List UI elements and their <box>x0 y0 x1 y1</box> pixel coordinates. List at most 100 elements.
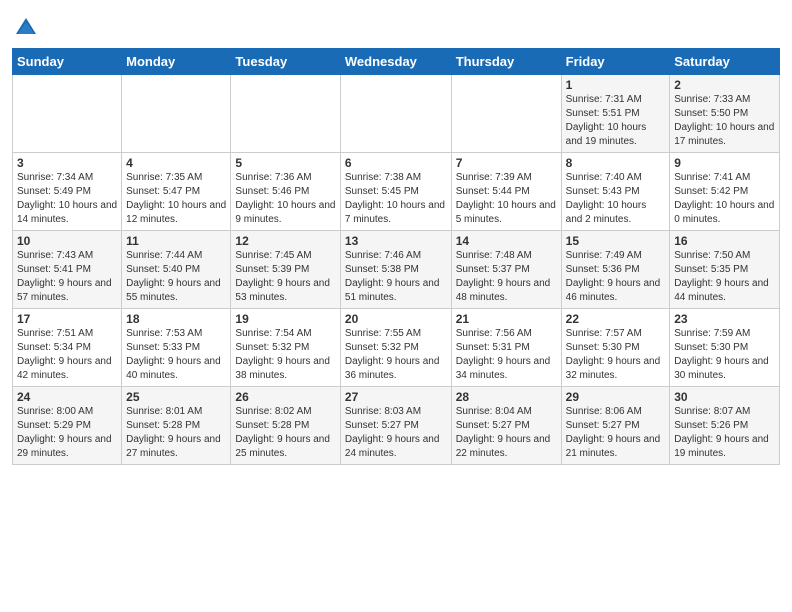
calendar-cell: 10Sunrise: 7:43 AM Sunset: 5:41 PM Dayli… <box>13 231 122 309</box>
day-info: Sunrise: 8:04 AM Sunset: 5:27 PM Dayligh… <box>456 405 557 461</box>
day-number: 20 <box>345 312 447 326</box>
day-number: 1 <box>566 78 666 92</box>
calendar-cell: 16Sunrise: 7:50 AM Sunset: 5:35 PM Dayli… <box>670 231 780 309</box>
day-number: 7 <box>456 156 557 170</box>
page: SundayMondayTuesdayWednesdayThursdayFrid… <box>0 0 792 477</box>
calendar-week-row: 3Sunrise: 7:34 AM Sunset: 5:49 PM Daylig… <box>13 153 780 231</box>
day-number: 8 <box>566 156 666 170</box>
day-info: Sunrise: 7:35 AM Sunset: 5:47 PM Dayligh… <box>126 171 226 227</box>
calendar-cell: 28Sunrise: 8:04 AM Sunset: 5:27 PM Dayli… <box>451 387 561 465</box>
day-number: 6 <box>345 156 447 170</box>
calendar-cell <box>451 75 561 153</box>
day-number: 25 <box>126 390 226 404</box>
day-number: 21 <box>456 312 557 326</box>
day-info: Sunrise: 7:56 AM Sunset: 5:31 PM Dayligh… <box>456 327 557 383</box>
day-number: 26 <box>235 390 335 404</box>
day-number: 10 <box>17 234 117 248</box>
day-info: Sunrise: 7:34 AM Sunset: 5:49 PM Dayligh… <box>17 171 117 227</box>
calendar-cell <box>340 75 451 153</box>
calendar-cell: 23Sunrise: 7:59 AM Sunset: 5:30 PM Dayli… <box>670 309 780 387</box>
day-info: Sunrise: 7:33 AM Sunset: 5:50 PM Dayligh… <box>674 93 775 149</box>
day-number: 11 <box>126 234 226 248</box>
day-info: Sunrise: 7:48 AM Sunset: 5:37 PM Dayligh… <box>456 249 557 305</box>
calendar-cell: 12Sunrise: 7:45 AM Sunset: 5:39 PM Dayli… <box>231 231 340 309</box>
weekday-header-thursday: Thursday <box>451 49 561 75</box>
day-number: 13 <box>345 234 447 248</box>
weekday-header-wednesday: Wednesday <box>340 49 451 75</box>
calendar-cell: 22Sunrise: 7:57 AM Sunset: 5:30 PM Dayli… <box>561 309 670 387</box>
calendar-cell <box>13 75 122 153</box>
calendar-cell: 15Sunrise: 7:49 AM Sunset: 5:36 PM Dayli… <box>561 231 670 309</box>
day-number: 15 <box>566 234 666 248</box>
day-info: Sunrise: 7:55 AM Sunset: 5:32 PM Dayligh… <box>345 327 447 383</box>
day-info: Sunrise: 7:39 AM Sunset: 5:44 PM Dayligh… <box>456 171 557 227</box>
calendar-cell: 7Sunrise: 7:39 AM Sunset: 5:44 PM Daylig… <box>451 153 561 231</box>
calendar-week-row: 17Sunrise: 7:51 AM Sunset: 5:34 PM Dayli… <box>13 309 780 387</box>
calendar-cell: 4Sunrise: 7:35 AM Sunset: 5:47 PM Daylig… <box>122 153 231 231</box>
calendar-cell: 19Sunrise: 7:54 AM Sunset: 5:32 PM Dayli… <box>231 309 340 387</box>
day-info: Sunrise: 7:50 AM Sunset: 5:35 PM Dayligh… <box>674 249 775 305</box>
day-number: 22 <box>566 312 666 326</box>
day-info: Sunrise: 7:57 AM Sunset: 5:30 PM Dayligh… <box>566 327 666 383</box>
day-info: Sunrise: 8:03 AM Sunset: 5:27 PM Dayligh… <box>345 405 447 461</box>
day-number: 24 <box>17 390 117 404</box>
day-number: 17 <box>17 312 117 326</box>
day-info: Sunrise: 7:45 AM Sunset: 5:39 PM Dayligh… <box>235 249 335 305</box>
day-info: Sunrise: 7:59 AM Sunset: 5:30 PM Dayligh… <box>674 327 775 383</box>
day-info: Sunrise: 8:01 AM Sunset: 5:28 PM Dayligh… <box>126 405 226 461</box>
calendar-cell: 9Sunrise: 7:41 AM Sunset: 5:42 PM Daylig… <box>670 153 780 231</box>
calendar-cell: 26Sunrise: 8:02 AM Sunset: 5:28 PM Dayli… <box>231 387 340 465</box>
day-number: 19 <box>235 312 335 326</box>
day-info: Sunrise: 7:53 AM Sunset: 5:33 PM Dayligh… <box>126 327 226 383</box>
day-info: Sunrise: 7:44 AM Sunset: 5:40 PM Dayligh… <box>126 249 226 305</box>
calendar-cell: 11Sunrise: 7:44 AM Sunset: 5:40 PM Dayli… <box>122 231 231 309</box>
day-number: 5 <box>235 156 335 170</box>
day-number: 28 <box>456 390 557 404</box>
calendar-cell: 18Sunrise: 7:53 AM Sunset: 5:33 PM Dayli… <box>122 309 231 387</box>
day-number: 18 <box>126 312 226 326</box>
day-info: Sunrise: 7:38 AM Sunset: 5:45 PM Dayligh… <box>345 171 447 227</box>
day-number: 14 <box>456 234 557 248</box>
calendar-table: SundayMondayTuesdayWednesdayThursdayFrid… <box>12 48 780 465</box>
calendar-cell: 13Sunrise: 7:46 AM Sunset: 5:38 PM Dayli… <box>340 231 451 309</box>
calendar-cell: 24Sunrise: 8:00 AM Sunset: 5:29 PM Dayli… <box>13 387 122 465</box>
calendar-cell: 30Sunrise: 8:07 AM Sunset: 5:26 PM Dayli… <box>670 387 780 465</box>
day-number: 4 <box>126 156 226 170</box>
header <box>12 10 780 42</box>
calendar-cell: 29Sunrise: 8:06 AM Sunset: 5:27 PM Dayli… <box>561 387 670 465</box>
day-info: Sunrise: 7:41 AM Sunset: 5:42 PM Dayligh… <box>674 171 775 227</box>
day-number: 30 <box>674 390 775 404</box>
calendar-cell: 17Sunrise: 7:51 AM Sunset: 5:34 PM Dayli… <box>13 309 122 387</box>
day-info: Sunrise: 7:54 AM Sunset: 5:32 PM Dayligh… <box>235 327 335 383</box>
calendar-cell: 3Sunrise: 7:34 AM Sunset: 5:49 PM Daylig… <box>13 153 122 231</box>
day-number: 3 <box>17 156 117 170</box>
day-number: 16 <box>674 234 775 248</box>
calendar-week-row: 1Sunrise: 7:31 AM Sunset: 5:51 PM Daylig… <box>13 75 780 153</box>
day-info: Sunrise: 8:07 AM Sunset: 5:26 PM Dayligh… <box>674 405 775 461</box>
day-number: 29 <box>566 390 666 404</box>
calendar-cell: 6Sunrise: 7:38 AM Sunset: 5:45 PM Daylig… <box>340 153 451 231</box>
weekday-header-row: SundayMondayTuesdayWednesdayThursdayFrid… <box>13 49 780 75</box>
day-info: Sunrise: 7:51 AM Sunset: 5:34 PM Dayligh… <box>17 327 117 383</box>
calendar-week-row: 10Sunrise: 7:43 AM Sunset: 5:41 PM Dayli… <box>13 231 780 309</box>
day-number: 23 <box>674 312 775 326</box>
day-info: Sunrise: 8:02 AM Sunset: 5:28 PM Dayligh… <box>235 405 335 461</box>
weekday-header-monday: Monday <box>122 49 231 75</box>
day-number: 27 <box>345 390 447 404</box>
day-info: Sunrise: 7:46 AM Sunset: 5:38 PM Dayligh… <box>345 249 447 305</box>
day-info: Sunrise: 8:06 AM Sunset: 5:27 PM Dayligh… <box>566 405 666 461</box>
calendar-cell: 20Sunrise: 7:55 AM Sunset: 5:32 PM Dayli… <box>340 309 451 387</box>
day-info: Sunrise: 7:40 AM Sunset: 5:43 PM Dayligh… <box>566 171 666 227</box>
day-info: Sunrise: 7:43 AM Sunset: 5:41 PM Dayligh… <box>17 249 117 305</box>
calendar-cell: 21Sunrise: 7:56 AM Sunset: 5:31 PM Dayli… <box>451 309 561 387</box>
day-info: Sunrise: 7:31 AM Sunset: 5:51 PM Dayligh… <box>566 93 666 149</box>
calendar-cell <box>122 75 231 153</box>
day-number: 2 <box>674 78 775 92</box>
day-info: Sunrise: 8:00 AM Sunset: 5:29 PM Dayligh… <box>17 405 117 461</box>
day-info: Sunrise: 7:36 AM Sunset: 5:46 PM Dayligh… <box>235 171 335 227</box>
calendar-week-row: 24Sunrise: 8:00 AM Sunset: 5:29 PM Dayli… <box>13 387 780 465</box>
weekday-header-tuesday: Tuesday <box>231 49 340 75</box>
day-info: Sunrise: 7:49 AM Sunset: 5:36 PM Dayligh… <box>566 249 666 305</box>
calendar-cell <box>231 75 340 153</box>
calendar-cell: 25Sunrise: 8:01 AM Sunset: 5:28 PM Dayli… <box>122 387 231 465</box>
